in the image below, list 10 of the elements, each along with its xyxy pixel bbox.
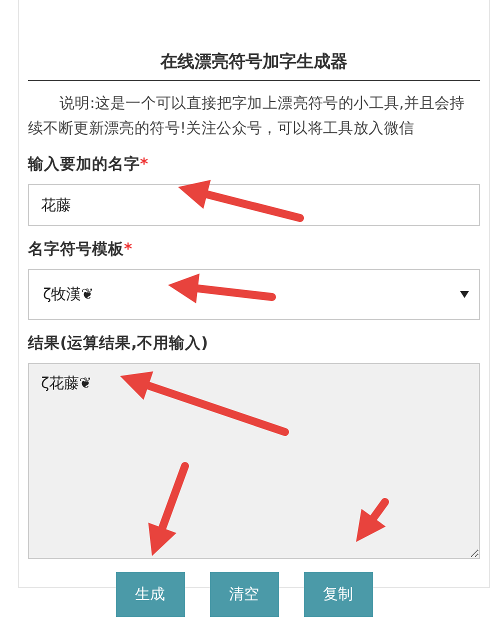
dropdown-caret-icon — [460, 291, 469, 298]
field-label: 结果(运算结果,不用输入) — [28, 333, 210, 354]
result-text-area[interactable]: ζ花藤❦ — [28, 363, 480, 559]
page-title: 在线漂亮符号加字生成器 — [28, 50, 480, 81]
arrow-annotation — [356, 498, 389, 542]
template-select[interactable]: ζ牧漢❦ — [28, 269, 480, 320]
name-input-field[interactable]: 花藤 — [28, 184, 480, 226]
field-label: 输入要加的名字* — [28, 154, 150, 175]
description-text: 说明:这是一个可以直接把字加上漂亮符号的小工具,并且会持续不断更新漂亮的符号!关注公众号，可以将工具放入微信 — [28, 93, 466, 139]
field-label: 名字符号模板* — [28, 239, 134, 260]
